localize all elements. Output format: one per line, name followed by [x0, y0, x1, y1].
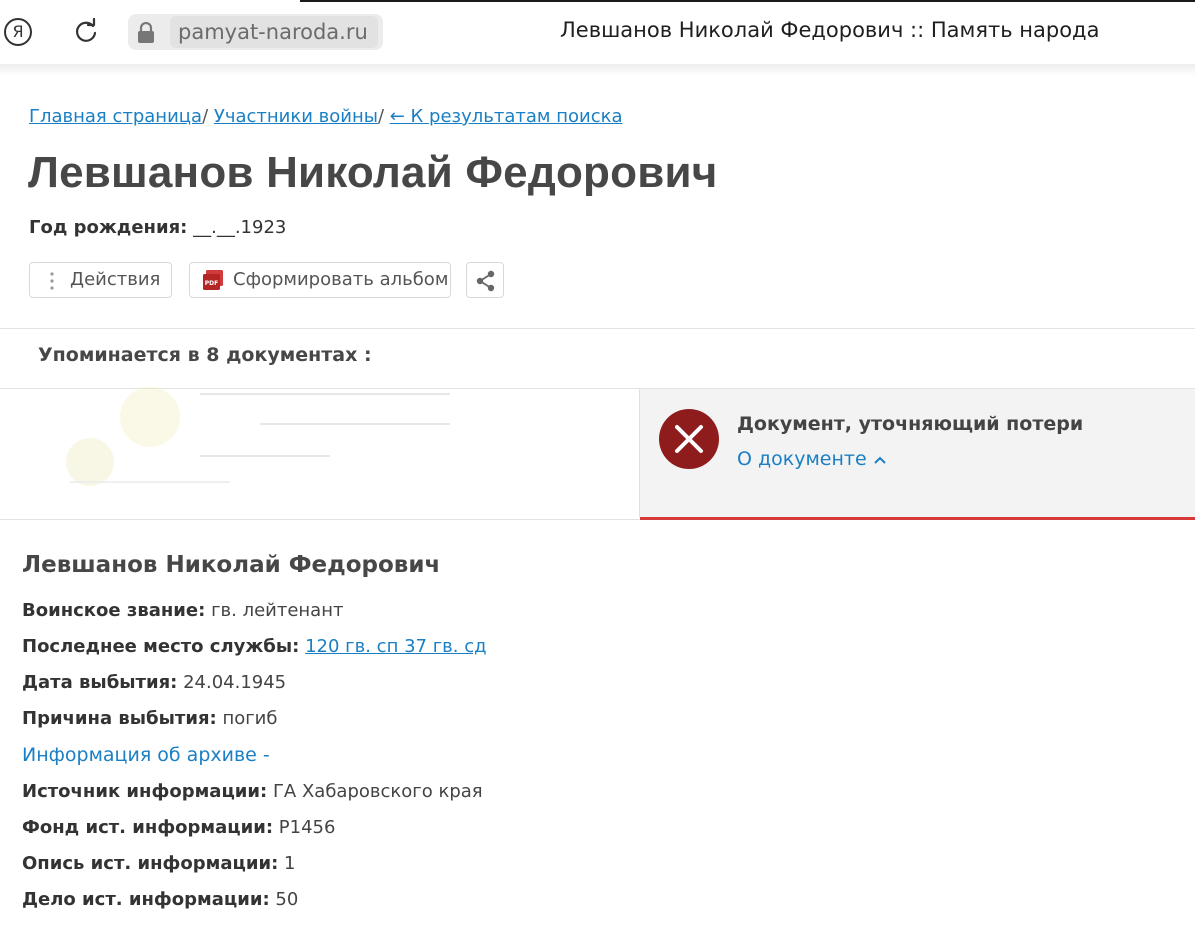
- mentions-heading: Упоминается в 8 документах :: [38, 344, 372, 366]
- about-document-label: О документе: [737, 448, 867, 470]
- about-document-toggle[interactable]: О документе: [737, 448, 887, 470]
- document-scan-image: [66, 387, 450, 486]
- field-value: 50: [275, 889, 299, 910]
- browser-toolbar: Я pamyat-naroda.ru Левшанов Николай Федо…: [0, 0, 1195, 65]
- url-text[interactable]: pamyat-naroda.ru: [170, 16, 378, 48]
- field-label: Дело ист. информации:: [22, 889, 270, 910]
- record-name: Левшанов Николай Федорович: [22, 552, 441, 578]
- close-circle-icon: [659, 409, 719, 469]
- breadcrumb-home-link[interactable]: Главная страница: [29, 106, 202, 127]
- window-edge: [300, 0, 1195, 2]
- yandex-icon[interactable]: Я: [4, 18, 32, 46]
- field-value: 24.04.1945: [183, 672, 287, 693]
- chevron-up-icon: [873, 456, 886, 464]
- svg-text:PDF: PDF: [205, 280, 218, 287]
- breadcrumb-separator: /: [377, 106, 390, 127]
- field-label: Фонд ист. информации:: [22, 817, 274, 838]
- pdf-icon: PDF: [203, 270, 223, 290]
- field-label: Воинское звание:: [22, 600, 206, 621]
- dots-vertical-icon: [50, 272, 54, 290]
- toolbar-shadow: [0, 64, 1195, 76]
- field-label: Дата выбытия:: [22, 672, 178, 693]
- back-to-results-link[interactable]: ← К результатам поиска: [390, 106, 623, 127]
- archive-info-link[interactable]: Информация об архиве -: [22, 744, 270, 766]
- divider: [0, 328, 1195, 329]
- field-last-service: Последнее место службы: 120 гв. сп 37 гв…: [22, 636, 487, 657]
- document-info-panel: Документ, уточняющий потери О документе: [639, 389, 1195, 520]
- tab-title: Левшанов Николай Федорович :: Память нар…: [560, 18, 1100, 42]
- birth-year: Год рождения: __.__.1923: [29, 217, 286, 238]
- field-fund: Фонд ист. информации: Р1456: [22, 817, 335, 838]
- field-label: Опись ист. информации:: [22, 853, 279, 874]
- active-document-indicator: [640, 517, 1195, 520]
- field-case: Дело ист. информации: 50: [22, 889, 298, 910]
- document-type: Документ, уточняющий потери: [737, 413, 1084, 435]
- field-label: Причина выбытия:: [22, 708, 217, 729]
- field-value: погиб: [222, 708, 278, 729]
- service-unit-link[interactable]: 120 гв. сп 37 гв. сд: [305, 636, 486, 657]
- field-departure-date: Дата выбытия: 24.04.1945: [22, 672, 286, 693]
- birth-value: __.__.1923: [193, 217, 287, 238]
- lock-icon: [138, 22, 154, 43]
- birth-label: Год рождения:: [29, 217, 188, 238]
- field-label: Источник информации:: [22, 781, 268, 802]
- actions-button[interactable]: Действия: [29, 262, 172, 298]
- breadcrumb-participants-link[interactable]: Участники войны: [214, 106, 378, 127]
- divider: [0, 519, 640, 520]
- album-label: Сформировать альбом: [233, 269, 449, 290]
- document-thumbnail[interactable]: [30, 372, 470, 512]
- field-departure-reason: Причина выбытия: погиб: [22, 708, 277, 729]
- field-inventory: Опись ист. информации: 1: [22, 853, 295, 874]
- field-rank: Воинское звание: гв. лейтенант: [22, 600, 343, 621]
- field-value: гв. лейтенант: [211, 600, 344, 621]
- actions-label: Действия: [70, 269, 161, 290]
- field-source: Источник информации: ГА Хабаровского кра…: [22, 781, 483, 802]
- share-icon: [476, 270, 495, 292]
- create-album-button[interactable]: PDF Сформировать альбом: [189, 262, 451, 298]
- field-value: Р1456: [278, 817, 336, 838]
- share-button[interactable]: [466, 262, 504, 298]
- field-value: 1: [284, 853, 296, 874]
- breadcrumb-separator: /: [202, 106, 214, 127]
- reload-icon[interactable]: [72, 18, 100, 46]
- page-title: Левшанов Николай Федорович: [28, 148, 718, 197]
- field-label: Последнее место службы:: [22, 636, 300, 657]
- breadcrumb: Главная страница/ Участники войны/ ← К р…: [29, 106, 623, 127]
- field-value: ГА Хабаровского края: [272, 781, 483, 802]
